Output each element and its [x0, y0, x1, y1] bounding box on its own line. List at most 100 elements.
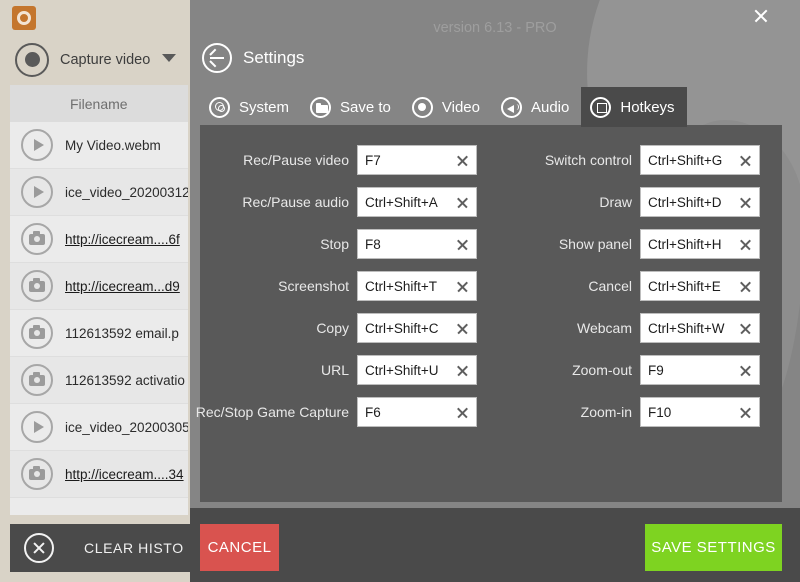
clear-hotkey-icon[interactable] [738, 363, 753, 378]
cancel-button[interactable]: CANCEL [200, 524, 279, 571]
clear-hotkey-icon[interactable] [455, 153, 470, 168]
clear-hotkey-icon[interactable] [738, 195, 753, 210]
hotkey-value: Ctrl+Shift+D [648, 194, 722, 210]
hotkey-label: Zoom-in [580, 404, 632, 420]
back-arrow-icon[interactable] [202, 43, 232, 73]
hotkey-input[interactable]: Ctrl+Shift+H [640, 229, 760, 259]
column-header-filename: Filename [70, 95, 128, 112]
logo-ring [17, 11, 31, 25]
camera-glyph [29, 324, 45, 339]
hotkey-label: Screenshot [278, 278, 349, 294]
hotkey-input[interactable]: Ctrl+Shift+C [357, 313, 477, 343]
clear-hotkey-icon[interactable] [738, 153, 753, 168]
system-icon [209, 96, 230, 118]
hotkey-label: Stop [320, 236, 349, 252]
clear-hotkey-icon[interactable] [738, 321, 753, 336]
camera-glyph [29, 230, 45, 245]
history-row-filename[interactable]: http://icecream....34 [65, 467, 184, 482]
history-row[interactable]: http://icecream....6f [10, 216, 188, 263]
hotkey-label: Cancel [588, 278, 632, 294]
hotkey-label: Webcam [577, 320, 632, 336]
hotkey-value: F7 [365, 152, 381, 168]
history-row-filename[interactable]: http://icecream....6f [65, 232, 180, 247]
hotkey-input[interactable]: F10 [640, 397, 760, 427]
play-icon[interactable] [21, 129, 53, 161]
tab-audio[interactable]: Audio [492, 87, 581, 127]
capture-mode-label: Capture video [60, 51, 151, 68]
camera-icon[interactable] [21, 317, 53, 349]
hotkey-field: Stop F8 [200, 229, 491, 259]
camera-icon[interactable] [21, 364, 53, 396]
history-row[interactable]: 112613592 email.p [10, 310, 188, 357]
clear-hotkey-icon[interactable] [455, 237, 470, 252]
hotkeys-column-left: Rec/Pause video F7 Rec/Pause audio Ctrl+Shi… [196, 145, 491, 439]
hotkey-value: Ctrl+Shift+C [365, 320, 439, 336]
clear-history-button[interactable]: CLEAR HISTO [10, 524, 195, 572]
capture-mode-selector[interactable]: Capture video [0, 36, 190, 83]
history-row-filename: ice_video_20200305 [65, 419, 188, 435]
hotkey-label: Rec/Pause audio [242, 194, 349, 210]
hotkey-field: Switch control Ctrl+Shift+G [491, 145, 782, 175]
clear-hotkey-icon[interactable] [455, 195, 470, 210]
hotkey-field: Zoom-in F10 [491, 397, 782, 427]
hotkey-value: F10 [648, 404, 672, 420]
hotkey-input[interactable]: F6 [357, 397, 477, 427]
hotkey-input[interactable]: Ctrl+Shift+E [640, 271, 760, 301]
hotkey-input[interactable]: Ctrl+Shift+D [640, 187, 760, 217]
hotkey-input[interactable]: Ctrl+Shift+A [357, 187, 477, 217]
hotkey-input[interactable]: F9 [640, 355, 760, 385]
hotkey-field: Rec/Stop Game Capture F6 [196, 397, 491, 427]
history-row[interactable]: ice_video_20200312 [10, 169, 188, 216]
hotkey-label: Rec/Stop Game Capture [195, 404, 349, 420]
version-label: version 6.13 - PRO [433, 20, 557, 36]
settings-tabs: System Save to Video Audio Hotkeys [200, 87, 687, 127]
play-glyph [33, 186, 44, 198]
hotkey-label: Copy [316, 320, 349, 336]
hotkey-label: Switch control [544, 152, 632, 168]
hotkey-field: Screenshot Ctrl+Shift+T [200, 271, 491, 301]
chevron-down-icon[interactable] [162, 54, 176, 62]
camera-icon[interactable] [21, 270, 53, 302]
hotkeys-columns: Rec/Pause video F7 Rec/Pause audio Ctrl+Shi… [196, 125, 782, 439]
play-glyph [33, 139, 44, 151]
history-row[interactable]: 112613592 activatio [10, 357, 188, 404]
history-list[interactable]: Filename My Video.webm ice_video_20200312… [10, 85, 188, 515]
hotkey-input[interactable]: Ctrl+Shift+W [640, 313, 760, 343]
tab-save-to[interactable]: Save to [301, 87, 403, 127]
clear-hotkey-icon[interactable] [455, 363, 470, 378]
hotkey-input[interactable]: Ctrl+Shift+G [640, 145, 760, 175]
hotkey-input[interactable]: Ctrl+Shift+U [357, 355, 477, 385]
close-icon[interactable] [749, 4, 773, 28]
play-icon[interactable] [21, 176, 53, 208]
icecream-logo-icon [12, 6, 36, 30]
clear-hotkey-icon[interactable] [738, 237, 753, 252]
camera-icon[interactable] [21, 223, 53, 255]
clear-hotkey-icon[interactable] [455, 279, 470, 294]
hotkey-input[interactable]: F8 [357, 229, 477, 259]
hotkey-input[interactable]: F7 [357, 145, 477, 175]
hotkey-field: Cancel Ctrl+Shift+E [491, 271, 782, 301]
history-row[interactable]: http://icecream....34 [10, 451, 188, 498]
hotkey-field: Rec/Pause audio Ctrl+Shift+A [200, 187, 491, 217]
clear-hotkey-icon[interactable] [455, 321, 470, 336]
clear-hotkey-icon[interactable] [455, 405, 470, 420]
hotkey-input[interactable]: Ctrl+Shift+T [357, 271, 477, 301]
tab-system[interactable]: System [200, 87, 301, 127]
record-icon [411, 96, 433, 118]
camera-icon[interactable] [21, 458, 53, 490]
tab-video[interactable]: Video [403, 87, 492, 127]
hotkey-value: Ctrl+Shift+U [365, 362, 439, 378]
save-settings-button[interactable]: SAVE SETTINGS [645, 524, 782, 571]
history-row[interactable]: ice_video_20200305 [10, 404, 188, 451]
history-row[interactable]: http://icecream...d9 [10, 263, 188, 310]
play-icon[interactable] [21, 411, 53, 443]
camera-glyph [29, 277, 45, 292]
tab-label: Save to [340, 98, 391, 116]
tab-hotkeys[interactable]: Hotkeys [581, 87, 687, 127]
history-row-filename[interactable]: http://icecream...d9 [65, 279, 180, 294]
history-row[interactable]: My Video.webm [10, 122, 188, 169]
clear-hotkey-icon[interactable] [738, 405, 753, 420]
main-app-panel: Capture video Filename My Video.webm ice_… [0, 0, 195, 582]
history-row-filename: 112613592 email.p [65, 325, 179, 341]
clear-hotkey-icon[interactable] [738, 279, 753, 294]
